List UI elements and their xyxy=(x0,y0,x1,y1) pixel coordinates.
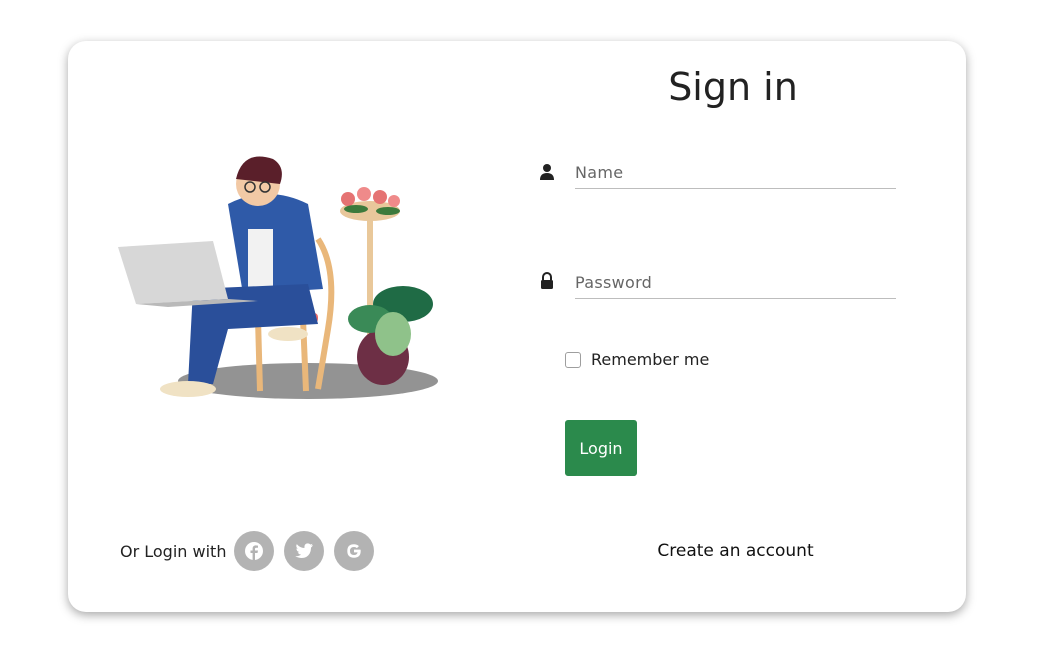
person-with-laptop-illustration xyxy=(118,156,438,399)
remember-me-checkbox[interactable] xyxy=(565,351,581,368)
name-input[interactable] xyxy=(575,156,896,189)
facebook-icon xyxy=(245,542,263,560)
remember-me[interactable]: Remember me xyxy=(565,350,709,369)
password-input[interactable] xyxy=(575,266,896,299)
user-icon xyxy=(540,164,554,180)
twitter-login-button[interactable] xyxy=(284,531,324,571)
create-account-link[interactable]: Create an account xyxy=(628,541,843,561)
or-login-with-label: Or Login with xyxy=(120,542,227,561)
google-login-button[interactable] xyxy=(334,531,374,571)
twitter-icon xyxy=(295,543,313,558)
remember-me-label: Remember me xyxy=(591,350,710,369)
facebook-login-button[interactable] xyxy=(234,531,274,571)
lock-icon xyxy=(541,272,553,289)
login-card: Sign in Remember me Login Or Login with … xyxy=(68,41,966,612)
google-icon xyxy=(347,544,361,558)
page-title: Sign in xyxy=(668,65,798,109)
login-button[interactable]: Login xyxy=(565,420,637,476)
